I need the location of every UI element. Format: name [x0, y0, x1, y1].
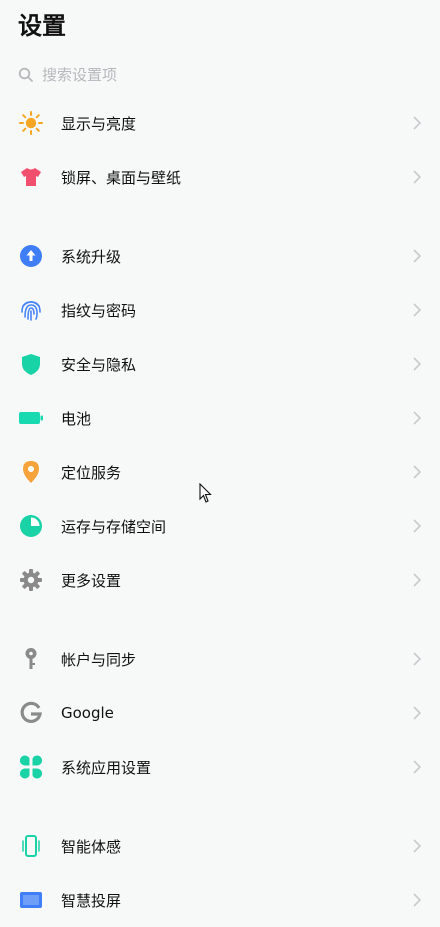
chevron-right-icon — [413, 706, 422, 720]
chevron-right-icon — [413, 519, 422, 533]
settings-item-label: 更多设置 — [61, 571, 122, 590]
sun-icon — [18, 110, 44, 136]
search-bar[interactable] — [18, 64, 342, 86]
settings-item-label: 指纹与密码 — [61, 301, 137, 320]
chevron-right-icon — [413, 116, 422, 130]
settings-item-label: 电池 — [61, 409, 92, 428]
chevron-right-icon — [413, 357, 422, 371]
settings-item-label: Google — [61, 704, 114, 722]
shield-icon — [18, 351, 44, 377]
clover-icon — [18, 754, 44, 780]
settings-list: 显示与亮度 锁屏、桌面与壁纸 系统升级 指纹与密码 安全与隐私 电池 定位服务 … — [0, 96, 440, 927]
settings-item-fingerprint[interactable]: 指纹与密码 — [0, 283, 440, 337]
chevron-right-icon — [413, 465, 422, 479]
google-icon — [18, 700, 44, 726]
fingerprint-icon — [18, 297, 44, 323]
settings-item-battery[interactable]: 电池 — [0, 391, 440, 445]
settings-item-location[interactable]: 定位服务 — [0, 445, 440, 499]
chevron-right-icon — [413, 411, 422, 425]
settings-item-google[interactable]: Google — [0, 686, 440, 740]
chevron-right-icon — [413, 303, 422, 317]
search-input[interactable] — [42, 66, 342, 84]
page-title: 设置 — [18, 12, 66, 40]
phone-sense-icon — [18, 833, 44, 859]
chevron-right-icon — [413, 839, 422, 853]
gear-icon — [18, 567, 44, 593]
settings-item-lockscreen[interactable]: 锁屏、桌面与壁纸 — [0, 150, 440, 204]
group-divider — [0, 204, 440, 229]
settings-item-label: 智慧投屏 — [61, 891, 122, 910]
settings-item-label: 系统升级 — [61, 247, 122, 266]
settings-item-label: 显示与亮度 — [61, 114, 137, 133]
location-pin-icon — [18, 459, 44, 485]
settings-item-system-apps[interactable]: 系统应用设置 — [0, 740, 440, 794]
group-divider — [0, 607, 440, 632]
battery-icon — [18, 405, 44, 431]
chevron-right-icon — [413, 760, 422, 774]
settings-item-security[interactable]: 安全与隐私 — [0, 337, 440, 391]
screencast-icon — [18, 887, 44, 913]
settings-item-storage[interactable]: 运存与存储空间 — [0, 499, 440, 553]
settings-item-screencast[interactable]: 智慧投屏 — [0, 873, 440, 927]
upgrade-arrow-icon — [18, 243, 44, 269]
settings-item-label: 安全与隐私 — [61, 355, 137, 374]
settings-item-label: 系统应用设置 — [61, 758, 152, 777]
search-icon — [18, 67, 34, 83]
settings-item-more[interactable]: 更多设置 — [0, 553, 440, 607]
chevron-right-icon — [413, 170, 422, 184]
chevron-right-icon — [413, 573, 422, 587]
chevron-right-icon — [413, 893, 422, 907]
settings-item-label: 帐户与同步 — [61, 650, 137, 669]
chevron-right-icon — [413, 652, 422, 666]
key-icon — [18, 646, 44, 672]
settings-item-label: 定位服务 — [61, 463, 122, 482]
group-divider — [0, 794, 440, 819]
settings-item-system-upgrade[interactable]: 系统升级 — [0, 229, 440, 283]
settings-item-label: 智能体感 — [61, 837, 122, 856]
settings-item-label: 锁屏、桌面与壁纸 — [61, 168, 182, 187]
settings-item-display[interactable]: 显示与亮度 — [0, 96, 440, 150]
chevron-right-icon — [413, 249, 422, 263]
settings-item-motion[interactable]: 智能体感 — [0, 819, 440, 873]
mouse-cursor-icon — [199, 483, 212, 503]
settings-item-label: 运存与存储空间 — [61, 517, 167, 536]
settings-item-accounts[interactable]: 帐户与同步 — [0, 632, 440, 686]
pie-chart-icon — [18, 513, 44, 539]
tshirt-icon — [18, 164, 44, 190]
